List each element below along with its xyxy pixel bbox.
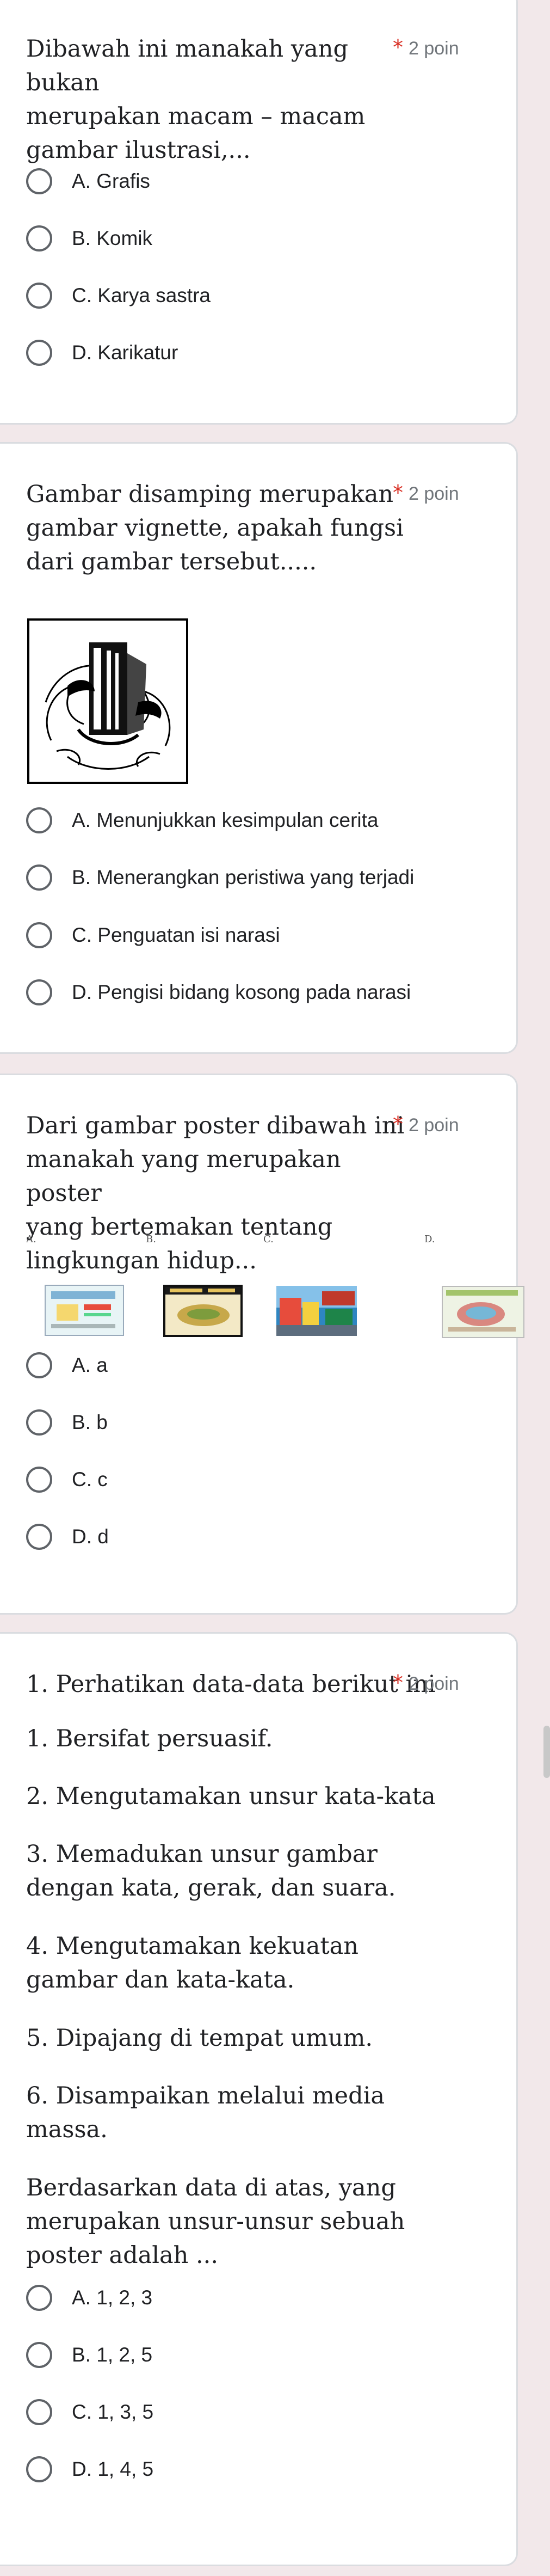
poster-label-d: D.	[424, 1234, 435, 1245]
poster-image-c	[276, 1286, 357, 1336]
option-d[interactable]: D. 1, 4, 5	[26, 2450, 153, 2488]
poster-c-icon	[276, 1286, 357, 1336]
poster-label-a: A.	[26, 1234, 36, 1245]
option-a[interactable]: A. Grafis	[26, 162, 150, 200]
required-icon: *	[393, 1112, 403, 1136]
option-c[interactable]: C. Karya sastra	[26, 277, 211, 315]
radio-icon[interactable]	[26, 979, 52, 1005]
option-b[interactable]: B. 1, 2, 5	[26, 2336, 152, 2374]
option-b[interactable]: B. Menerangkan peristiwa yang terjadi	[26, 858, 414, 897]
option-a[interactable]: A. a	[26, 1346, 108, 1384]
radio-icon[interactable]	[26, 168, 52, 194]
option-a[interactable]: A. Menunjukkan kesimpulan cerita	[26, 801, 379, 839]
option-d[interactable]: D. Karikatur	[26, 334, 178, 372]
question-title: Gambar disamping merupakan gambar vignet…	[26, 481, 404, 575]
poster-d-icon	[446, 1290, 518, 1332]
question-card-4: 1. Perhatikan data-data berikut ini * 2 p…	[0, 1632, 518, 2566]
radio-icon[interactable]	[26, 864, 52, 891]
radio-icon[interactable]	[26, 2456, 52, 2482]
data-item-3: 3. Memadukan unsur gambar dengan kata, g…	[26, 1841, 396, 1902]
radio-icon[interactable]	[26, 2399, 52, 2425]
radio-icon[interactable]	[26, 2285, 52, 2311]
option-c[interactable]: C. Penguatan isi narasi	[26, 916, 280, 954]
radio-icon[interactable]	[26, 1409, 52, 1436]
option-a[interactable]: A. 1, 2, 3	[26, 2279, 152, 2317]
option-c[interactable]: C. c	[26, 1461, 108, 1499]
poster-image-a	[45, 1285, 124, 1336]
points-label: * 2 poin	[393, 481, 459, 505]
required-icon: *	[393, 1671, 403, 1695]
option-d[interactable]: D. Pengisi bidang kosong pada narasi	[26, 973, 411, 1011]
radio-icon[interactable]	[26, 807, 52, 833]
points-label: * 2 poin	[393, 1112, 459, 1136]
required-icon: *	[393, 35, 403, 59]
data-item-6: 6. Disampaikan melalui media massa.	[26, 2082, 385, 2143]
radio-icon[interactable]	[26, 922, 52, 948]
radio-icon[interactable]	[26, 2342, 52, 2368]
radio-icon[interactable]	[26, 1524, 52, 1550]
vignette-ornament-icon	[45, 642, 171, 770]
question-title: Dibawah ini manakah yang bukan merupakan…	[26, 35, 366, 164]
option-c[interactable]: C. 1, 3, 5	[26, 2393, 153, 2431]
scrollbar[interactable]	[543, 1726, 550, 1778]
poster-image-b	[163, 1285, 243, 1337]
question-title: Dari gambar poster dibawah ini manakah y…	[26, 1112, 405, 1274]
question-card-3: Dari gambar poster dibawah ini manakah y…	[0, 1074, 518, 1615]
data-item-5: 5. Dipajang di tempat umum.	[26, 2025, 373, 2052]
radio-icon[interactable]	[26, 1352, 52, 1378]
question-title: 1. Perhatikan data-data berikut ini	[26, 1671, 436, 1698]
poster-label-b: B.	[146, 1234, 156, 1245]
question-text: Berdasarkan data di atas, yang merupakan…	[26, 2174, 405, 2269]
poster-b-icon	[165, 1287, 240, 1326]
option-b[interactable]: B. Komik	[26, 219, 152, 257]
poster-label-c: C.	[263, 1234, 274, 1245]
data-item-4: 4. Mengutamakan kekuatan gambar dan kata…	[26, 1933, 359, 1994]
data-item-2: 2. Mengutamakan unsur kata-kata	[26, 1783, 436, 1810]
vignette-image	[27, 618, 188, 784]
radio-icon[interactable]	[26, 283, 52, 309]
points-label: * 2 poin	[393, 35, 459, 59]
points-label: * 2 poin	[393, 1671, 459, 1695]
option-d[interactable]: D. d	[26, 1518, 109, 1556]
radio-icon[interactable]	[26, 340, 52, 366]
data-item-1: 1. Bersifat persuasif.	[26, 1725, 273, 1752]
required-icon: *	[393, 481, 403, 505]
radio-icon[interactable]	[26, 1467, 52, 1493]
poster-a-icon	[51, 1291, 115, 1328]
radio-icon[interactable]	[26, 225, 52, 252]
poster-image-d	[442, 1286, 524, 1338]
question-card-1: Dibawah ini manakah yang bukan merupakan…	[0, 0, 518, 425]
option-b[interactable]: B. b	[26, 1403, 108, 1442]
